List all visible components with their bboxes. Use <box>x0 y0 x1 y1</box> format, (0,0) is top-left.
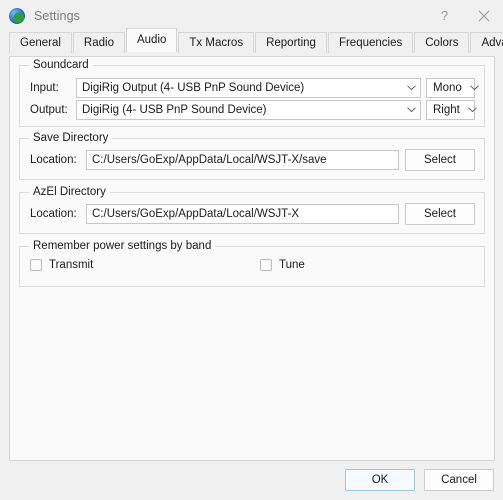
power-settings-group-title: Remember power settings by band <box>29 240 216 252</box>
save-location-field[interactable]: C:/Users/GoExp/AppData/Local/WSJT-X/save <box>86 150 399 170</box>
tune-checkbox-label: Tune <box>279 259 305 271</box>
input-label: Input: <box>30 82 59 94</box>
output-label: Output: <box>30 104 68 116</box>
settings-tabs: General Radio Audio Tx Macros Reporting … <box>9 28 503 53</box>
tab-frequencies[interactable]: Frequencies <box>327 32 414 53</box>
power-settings-group: Remember power settings by band Transmit… <box>19 240 485 287</box>
soundcard-group: Soundcard Input: DigiRig Output (4- USB … <box>19 59 485 127</box>
checkbox-box-icon <box>30 259 42 271</box>
transmit-checkbox-label: Transmit <box>49 259 94 271</box>
tab-advanced[interactable]: Advanced <box>470 32 503 53</box>
dialog-buttons: OK Cancel <box>345 469 494 491</box>
tab-audio[interactable]: Audio <box>125 28 178 52</box>
checkbox-box-icon <box>260 259 272 271</box>
azel-location-label: Location: <box>30 208 77 220</box>
azel-location-field[interactable]: C:/Users/GoExp/AppData/Local/WSJT-X <box>86 204 399 224</box>
save-directory-group: Save Directory Location: C:/Users/GoExp/… <box>19 132 485 180</box>
window-title: Settings <box>34 8 80 23</box>
save-directory-select-button[interactable]: Select <box>405 149 475 171</box>
chevron-down-icon <box>466 85 483 91</box>
tab-colors[interactable]: Colors <box>414 32 470 53</box>
input-device-combobox[interactable]: DigiRig Output (4- USB PnP Sound Device) <box>76 78 421 98</box>
tab-tx-macros[interactable]: Tx Macros <box>178 32 255 53</box>
window-controls: ? <box>425 0 503 31</box>
save-directory-group-title: Save Directory <box>29 132 113 144</box>
tune-checkbox[interactable]: Tune <box>260 259 305 271</box>
tab-general[interactable]: General <box>9 32 72 53</box>
globe-icon <box>9 7 25 24</box>
input-device-value: DigiRig Output (4- USB PnP Sound Device) <box>82 82 305 94</box>
output-device-value: DigiRig (4- USB PnP Sound Device) <box>82 104 267 116</box>
power-settings-row: Transmit Tune <box>30 259 475 271</box>
tab-radio[interactable]: Radio <box>72 32 125 53</box>
soundcard-output-row: Output: DigiRig (4- USB PnP Sound Device… <box>30 100 477 120</box>
title-bar: Settings ? <box>0 0 503 31</box>
ok-button[interactable]: OK <box>345 469 415 491</box>
help-button[interactable]: ? <box>425 0 464 31</box>
azel-directory-select-button[interactable]: Select <box>405 203 475 225</box>
chevron-down-icon <box>403 107 420 113</box>
input-channel-combobox[interactable]: Mono <box>426 78 479 98</box>
output-channel-value: Right <box>433 104 460 116</box>
soundcard-input-row: Input: DigiRig Output (4- USB PnP Sound … <box>30 78 479 98</box>
soundcard-group-title: Soundcard <box>29 59 93 71</box>
save-location-label: Location: <box>30 154 77 166</box>
save-directory-row: Location: C:/Users/GoExp/AppData/Local/W… <box>30 149 475 171</box>
chevron-down-icon <box>464 107 481 113</box>
azel-directory-row: Location: C:/Users/GoExp/AppData/Local/W… <box>30 203 475 225</box>
audio-tab-panel: Soundcard Input: DigiRig Output (4- USB … <box>9 56 495 461</box>
azel-directory-group-title: AzEl Directory <box>29 186 110 198</box>
cancel-button[interactable]: Cancel <box>424 469 494 491</box>
close-icon[interactable] <box>464 0 503 31</box>
input-channel-value: Mono <box>433 82 462 94</box>
chevron-down-icon <box>403 85 420 91</box>
output-device-combobox[interactable]: DigiRig (4- USB PnP Sound Device) <box>76 100 421 120</box>
azel-directory-group: AzEl Directory Location: C:/Users/GoExp/… <box>19 186 485 234</box>
tab-reporting[interactable]: Reporting <box>255 32 327 53</box>
output-channel-combobox[interactable]: Right <box>426 100 477 120</box>
transmit-checkbox[interactable]: Transmit <box>30 259 260 271</box>
